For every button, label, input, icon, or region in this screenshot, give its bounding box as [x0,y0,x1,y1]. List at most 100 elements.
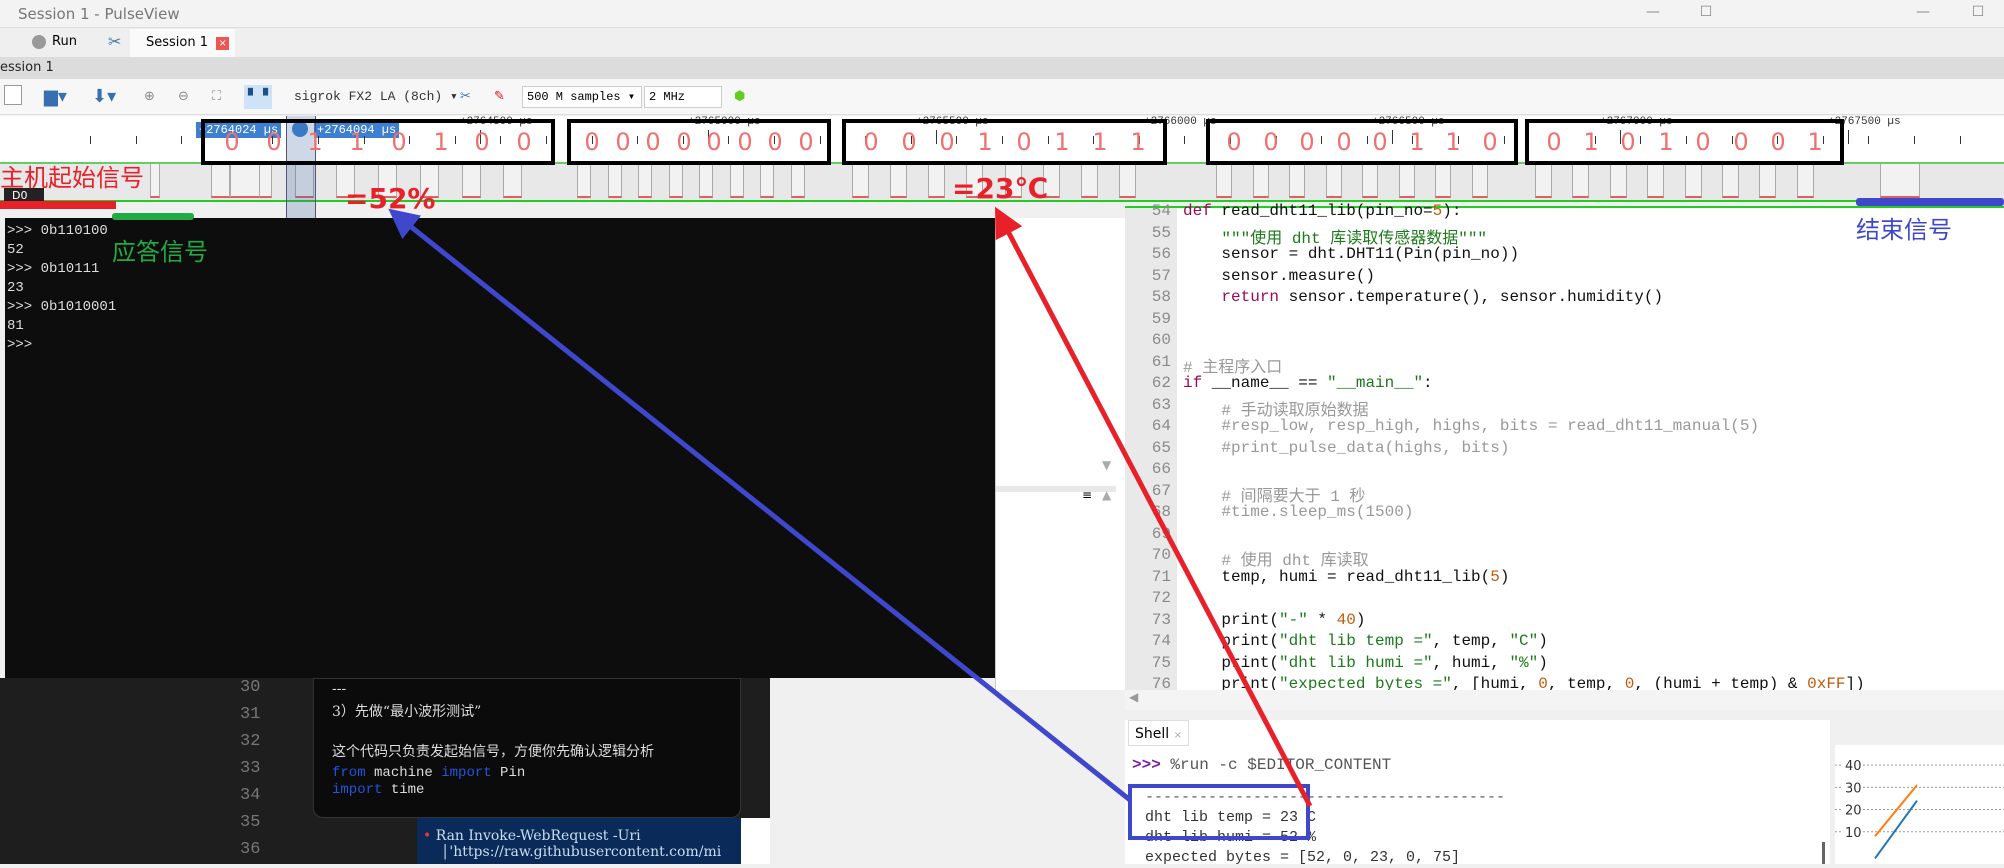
code-token: "-" [1279,610,1308,629]
menu-icon[interactable]: ≡ [1082,488,1092,502]
horizontal-scrollbar[interactable]: ◀ [1125,690,2004,710]
shell-command: %run -c $EDITOR_CONTENT [1170,756,1392,774]
code-token: "dht lib humi =" [1279,653,1433,672]
code-line: # 手动读取原始数据 [1183,396,1368,420]
code-line: if __name__ == "__main__": [1183,374,1433,392]
code-line: sensor = dht.DHT11(Pin(pin_no)) [1183,245,1519,263]
shell-command-line: >>> %run -c $EDITOR_CONTENT [1132,756,1391,774]
low-pulse [1289,162,1305,198]
bit-value: 0 [516,128,532,156]
code-line: # 使用 dht 库读取 [1183,546,1368,570]
minimize-button-2[interactable]: — [1915,4,1931,20]
code-token: sensor.measure() [1183,266,1376,285]
line-number: 62 [1151,374,1171,392]
annotation-start-signal: 主机起始信号 [0,164,144,192]
code-line: sensor.measure() [1183,267,1375,285]
bit-value: 1 [1445,128,1461,156]
panel-divider [996,486,1116,492]
bit-value: 0 [767,128,783,156]
line-number: 73 [1151,610,1171,629]
new-session-icon[interactable] [4,85,22,105]
code-line: #print_pulse_data(highs, bits) [1183,439,1509,457]
y-tick-label: 30 [1845,781,1862,796]
code-line: # 间隔要大于 1 秒 [1183,482,1365,506]
window-title: Session 1 - PulseView [18,5,180,23]
code-token: ) [1538,632,1548,650]
bit-value: 0 [1695,128,1711,156]
samplerate-select[interactable]: 2 MHz [644,86,722,108]
shell-highlight-box [1128,784,1310,840]
settings-icon[interactable]: ✂ [108,32,121,51]
bullet-icon: • [423,828,432,844]
scroll-up-icon[interactable]: ▲ [1102,488,1111,502]
bit-value: 0 [798,128,814,156]
end-signal-marker [1856,198,2004,206]
shell-tab-label: Shell [1135,726,1170,742]
code-line: def read_dht11_lib(pin_no=5): [1183,202,1461,220]
code-token: print( [1183,610,1280,629]
code-token: "__main__" [1327,374,1424,392]
code-editor[interactable]: 54 55 56 57 58 59 60 61 62 63 64 65 66 67 68 69 70 71 72 73… [1125,202,2004,693]
samples-select[interactable]: 500 M samples ▾ [522,86,642,108]
close-shell-icon[interactable]: × [1174,730,1182,741]
close-tab-icon[interactable]: × [216,37,230,50]
shell-output-line: expected bytes = [52, 0, 23, 0, 75] [1145,849,1461,866]
code-token: #print_pulse_data(highs, bits) [1183,438,1510,457]
bit-value: 0 [1226,128,1242,156]
decoder-icon[interactable]: ⬢ [734,85,745,109]
code-token: import [332,782,383,798]
shell-scrollbar[interactable] [1822,842,1825,864]
zoom-fit-icon[interactable]: ⛶ [212,85,221,109]
tab-session-1[interactable]: Session 1 × [130,29,235,57]
byte-box [567,119,831,165]
zoom-out-icon[interactable]: ⊖ [178,85,189,109]
low-pulse [890,162,907,198]
annotation-end-signal: 结束信号 [1856,216,1952,244]
bit-value: 0 [1372,128,1388,156]
line-number: 68 [1151,503,1171,521]
line-number: 65 [1151,438,1171,457]
device-config-icon[interactable]: ✂ [460,85,471,109]
low-pulse [1572,162,1589,198]
zoom-in-icon[interactable]: ⊕ [144,85,155,109]
code-token: ): [1442,202,1462,220]
bit-value: 1 [1092,128,1108,156]
code-line: print("-" * 40) [1183,611,1365,629]
minimize-button[interactable]: — [1645,4,1661,20]
terminal-window[interactable]: >>> 0b110100 52 >>> 0b10111 23 >>> 0b1010001… [5,218,995,678]
byte-box [201,119,555,165]
line-number: 31 [240,705,261,724]
scroll-down-icon[interactable]: ▼ [1102,458,1111,472]
run-button[interactable]: Run [52,34,77,49]
line-number: 63 [1151,395,1171,414]
cursor-toggle-icon[interactable]: ▘▝ [244,85,272,109]
code-token: import [441,765,492,781]
low-pulse [928,162,945,198]
plotter-chart: 10 20 30 40 [1835,745,2004,864]
ruler-minor-tick [90,136,91,144]
bit-value: 0 [676,128,692,156]
code-line: print("dht lib temp =", temp, "C") [1183,632,1548,650]
maximize-button[interactable]: ☐ [1698,4,1714,20]
line-number: 72 [1151,589,1171,607]
tab-shell[interactable]: Shell × [1128,720,1189,746]
device-select[interactable]: sigrok FX2 LA (8ch) ▾ [294,85,458,109]
bit-value: 0 [474,128,490,156]
code-line: #resp_low, resp_high, highs, bits = read… [1183,417,1759,435]
code-token: "dht lib temp =" [1279,632,1433,650]
open-icon[interactable]: ▆▾ [44,85,67,109]
code-line: print("dht lib humi =", humi, "%") [1183,653,1547,672]
code-token: , humi, [1432,653,1510,672]
line-number: 70 [1151,546,1171,564]
line-number: 36 [240,840,261,859]
bit-value: 1 [349,128,365,156]
save-icon[interactable]: ⬇▾ [92,85,116,109]
code-token: from [332,765,366,781]
bit-value: 0 [863,128,879,156]
code-token: def [1183,202,1222,220]
maximize-button-2[interactable]: ☐ [1970,4,1986,20]
probe-icon[interactable]: ✎ [494,85,505,109]
bit-value: 0 [1620,128,1636,156]
bit-value: 0 [1770,128,1786,156]
